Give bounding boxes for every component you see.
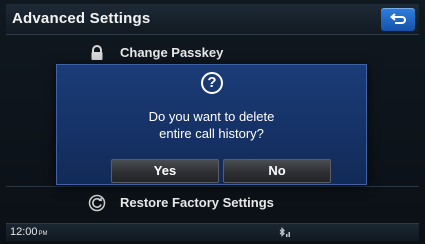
dialog-message-line: entire call history? <box>159 126 264 141</box>
title-bar: Advanced Settings <box>6 4 419 35</box>
page-title: Advanced Settings <box>12 10 151 27</box>
yes-button[interactable]: Yes <box>111 159 219 183</box>
list-item-label: Change Passkey <box>120 45 224 60</box>
restore-icon <box>88 194 106 212</box>
back-button[interactable] <box>381 8 415 31</box>
list-item-label: Restore Factory Settings <box>120 195 274 210</box>
lock-icon <box>91 45 103 60</box>
clock: 12:00PM <box>10 226 48 238</box>
no-button[interactable]: No <box>223 159 331 183</box>
confirm-dialog: ? Do you want to delete entire call hist… <box>56 64 367 185</box>
clock-time: 12:00 <box>10 226 38 238</box>
dialog-message-line: Do you want to delete <box>148 109 275 124</box>
divider <box>6 186 419 187</box>
list-item-change-passkey[interactable]: Change Passkey <box>6 40 419 64</box>
clock-ampm: PM <box>38 231 48 237</box>
status-bar: 12:00PM <box>6 223 419 241</box>
back-arrow-icon <box>390 13 406 24</box>
list-item-restore-factory-settings[interactable]: Restore Factory Settings <box>6 188 419 218</box>
bluetooth-status-icon <box>279 227 290 237</box>
dialog-message: Do you want to delete entire call histor… <box>57 108 366 142</box>
screen: Advanced Settings Change Passkey Restore… <box>0 0 425 244</box>
question-icon: ? <box>201 72 223 94</box>
